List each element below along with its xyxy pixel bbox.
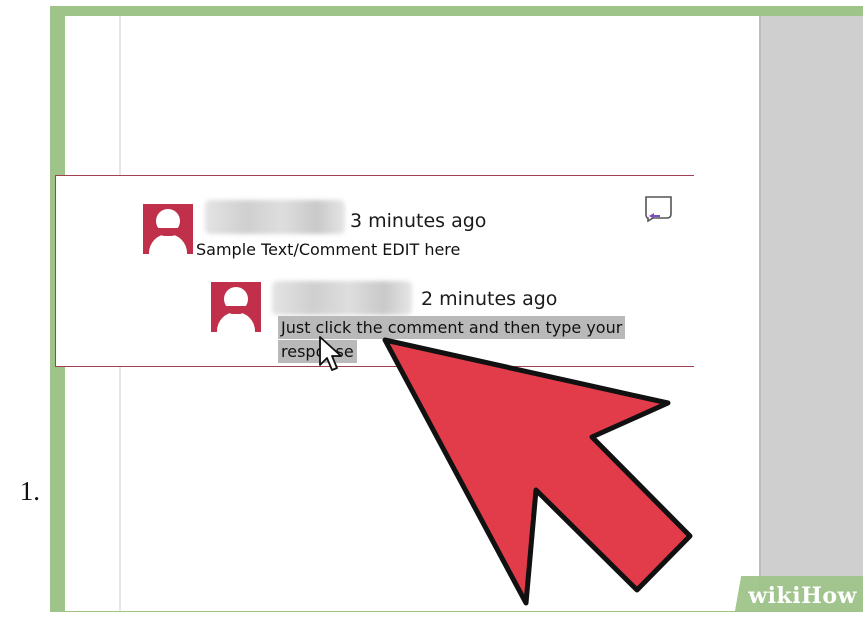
comment-text[interactable]: Sample Text/Comment EDIT here <box>196 240 460 259</box>
watermark-suffix: How <box>801 583 857 609</box>
reply-author-name-blurred <box>272 281 412 315</box>
watermark-prefix: wiki <box>748 583 802 609</box>
side-panel-edge <box>759 16 761 611</box>
wikihow-watermark: wikiHow <box>713 576 863 612</box>
comment-author-avatar <box>143 204 193 254</box>
side-panel <box>759 16 863 611</box>
avatar-shoulders <box>149 234 187 254</box>
watermark-text: wikiHow <box>748 583 857 609</box>
comment-author-name-blurred <box>205 200 345 234</box>
reply-author-avatar <box>211 282 261 332</box>
step-number: 1. <box>19 476 40 506</box>
reply-comment-icon[interactable] <box>643 194 675 222</box>
comment-timestamp: 3 minutes ago <box>350 210 487 232</box>
mouse-cursor-icon <box>319 336 342 371</box>
avatar-shoulders <box>217 312 255 332</box>
reply-timestamp: 2 minutes ago <box>421 288 558 310</box>
